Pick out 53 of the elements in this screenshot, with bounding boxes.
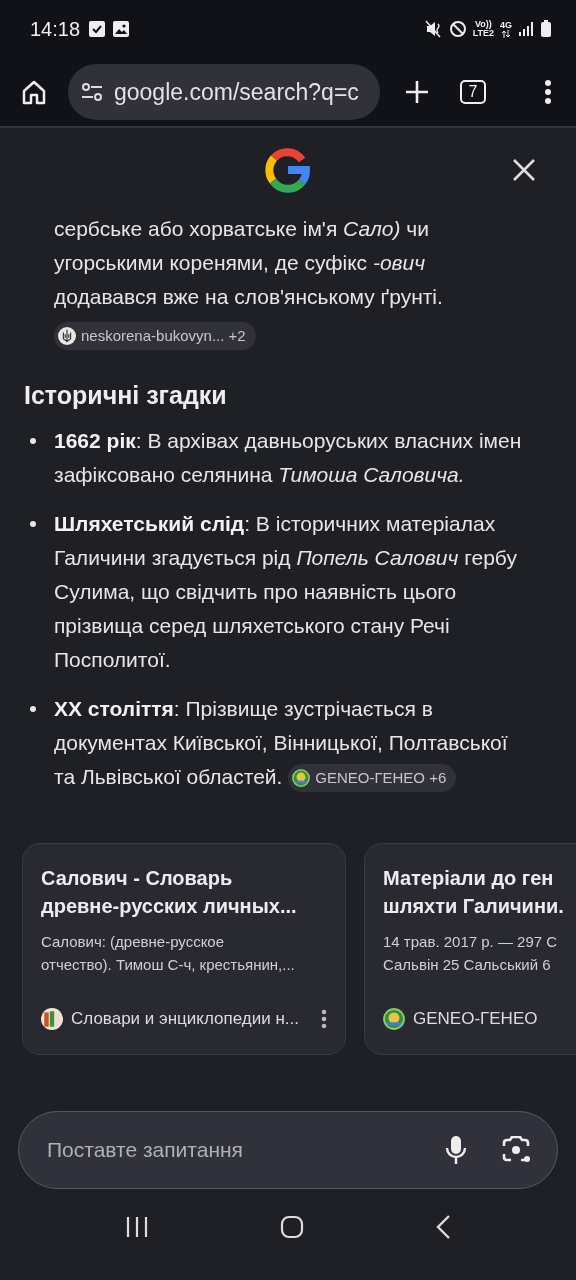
ask-input[interactable]: Поставте запитання <box>45 1130 445 1170</box>
close-icon[interactable] <box>512 158 536 182</box>
bullet-text: 1662 рік: В архівах давньоруських власних імен зафіксовано селянина Тимоша Саловича. <box>54 428 523 488</box>
more-options-icon[interactable] <box>544 79 552 105</box>
google-logo-icon <box>265 147 311 193</box>
bullet-icon <box>30 521 36 527</box>
camera-lens-icon[interactable] <box>501 1136 531 1164</box>
card-snippet: Салович: (древне-русское <box>41 932 225 952</box>
source-name: Словари и энциклопедии н... <box>71 1009 299 1029</box>
ask-field[interactable]: Поставте запитання <box>18 1111 558 1189</box>
image-notification-icon <box>112 20 131 38</box>
blocked-icon <box>448 20 467 38</box>
recent-apps-icon[interactable] <box>125 1215 150 1239</box>
source-name: GENEO-ГЕНЕО <box>413 1009 538 1029</box>
home-icon[interactable] <box>20 78 48 106</box>
result-card[interactable]: Матеріали до ген шляхти Галичини. 14 трав. 2017 р. — 297 С Сальвін 25 Сальський 6 GENEO-ГЕНЕО <box>364 843 576 1055</box>
card-title: шляхти Галичини. <box>383 894 564 919</box>
network-label: 4G <box>500 20 512 30</box>
lte-label: LTE2 <box>472 29 494 38</box>
more-options-icon[interactable] <box>321 1009 327 1029</box>
site-settings-icon[interactable] <box>80 80 104 104</box>
microphone-icon[interactable] <box>445 1135 467 1165</box>
new-tab-icon[interactable] <box>404 79 430 105</box>
card-title: Салович - Словарь <box>41 866 233 891</box>
source-chip[interactable]: neskorena-bukovyn... +2 <box>54 322 256 351</box>
bullet-icon <box>30 706 36 712</box>
tab-switcher-button[interactable]: 7 <box>460 80 486 104</box>
card-title: Матеріали до ген <box>383 866 554 891</box>
signal-icon <box>518 21 534 37</box>
clock: 14:18 <box>30 17 81 41</box>
section-heading: Історичні згадки <box>24 380 228 411</box>
tree-logo-icon <box>292 769 311 788</box>
emblem-icon <box>58 327 76 346</box>
source-chip[interactable]: GENEO-ГЕНЕО +6 <box>288 764 457 793</box>
battery-icon <box>540 20 552 38</box>
answer-paragraph: сербське або хорватське ім'я Сало) чи угорськими коренями, де суфікс -ович додавався вже на слов'янському ґрунті. <box>54 216 444 310</box>
volte-label: Vo)) <box>474 20 492 29</box>
result-card[interactable]: Салович - Словарь древне-русских личных... Салович: (древне-русское отчество). Тимош С-ч, крестьянин,... Словари и энциклопедии н... <box>22 843 346 1055</box>
checkbox-notification-icon <box>88 20 107 38</box>
mute-icon <box>424 20 443 38</box>
bullet-icon <box>30 438 36 444</box>
data-arrows-icon <box>501 29 511 38</box>
bullet-text: XX століття: Прізвище зустрічається в документах Київської, Вінницької, Полтавської та Львівської областей. GENEO-ГЕНЕО +6 <box>54 692 524 794</box>
home-button-icon[interactable] <box>280 1215 304 1239</box>
back-icon[interactable] <box>434 1214 451 1240</box>
card-snippet: отчество). Тимош С-ч, крестьянин,... <box>41 955 295 975</box>
books-icon <box>41 1008 63 1030</box>
card-snippet: Сальвін 25 Сальський 6 <box>383 955 551 975</box>
card-snippet: 14 трав. 2017 р. — 297 С <box>383 932 558 952</box>
card-title: древне-русских личных... <box>41 894 297 919</box>
address-bar[interactable]: google.com/search?q=c <box>68 64 380 120</box>
tree-logo-icon <box>383 1008 405 1030</box>
bullet-text: Шляхетський слід: В історичних матеріалах Галичини згадується рід Попель Салович гербу Сулима, що свідчить про наявність цього прізвища серед шляхетського стану Речі Посполитої. <box>54 511 518 673</box>
